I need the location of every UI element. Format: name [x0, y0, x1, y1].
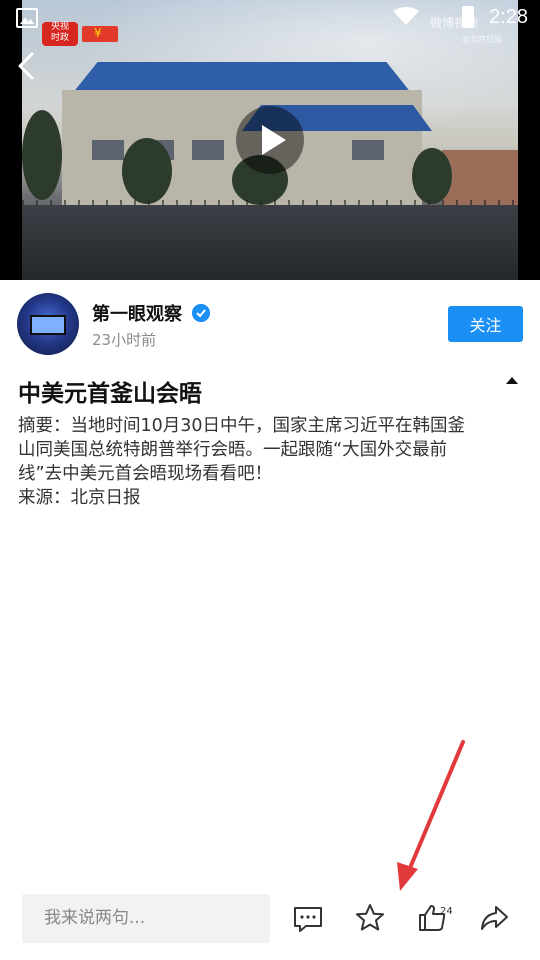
follow-button[interactable]: 关注	[448, 306, 523, 342]
play-button[interactable]	[236, 106, 304, 174]
author-avatar[interactable]	[17, 293, 79, 355]
verified-icon	[192, 304, 210, 322]
summary-line: 线”去中美元首会晤现场看看吧！	[18, 464, 273, 484]
comment-icon[interactable]	[290, 900, 326, 936]
back-icon[interactable]	[10, 48, 46, 84]
summary-line: 山同美国总统特朗普举行会晤。一起跟随“大国外交最前	[18, 440, 448, 460]
battery-icon	[462, 6, 474, 28]
post-time: 23小时前	[92, 331, 157, 349]
video-player[interactable]: 央视 时政 微博视频 @北京日报 2:28	[0, 0, 540, 280]
share-icon[interactable]	[476, 900, 512, 936]
article-summary: 摘要：当地时间10月30日中午，国家主席习近平在韩国釜 山同美国总统特朗普举行会…	[18, 414, 526, 510]
play-icon	[262, 125, 286, 155]
comment-input[interactable]: 我来说两句...	[22, 894, 270, 943]
gallery-icon	[16, 8, 38, 28]
status-time: 2:28	[489, 6, 528, 28]
author-name[interactable]: 第一眼观察	[92, 300, 182, 326]
wifi-icon	[393, 7, 419, 25]
summary-line: 摘要：当地时间10月30日中午，国家主席习近平在韩国釜	[18, 416, 466, 436]
like-count: 24	[440, 906, 453, 917]
status-bar: 2:28	[0, 0, 540, 36]
source-line: 来源：北京日报	[18, 488, 141, 508]
star-icon[interactable]	[352, 900, 388, 936]
collapse-icon[interactable]	[502, 374, 522, 388]
article-title: 中美元首釜山会晤	[18, 381, 202, 407]
